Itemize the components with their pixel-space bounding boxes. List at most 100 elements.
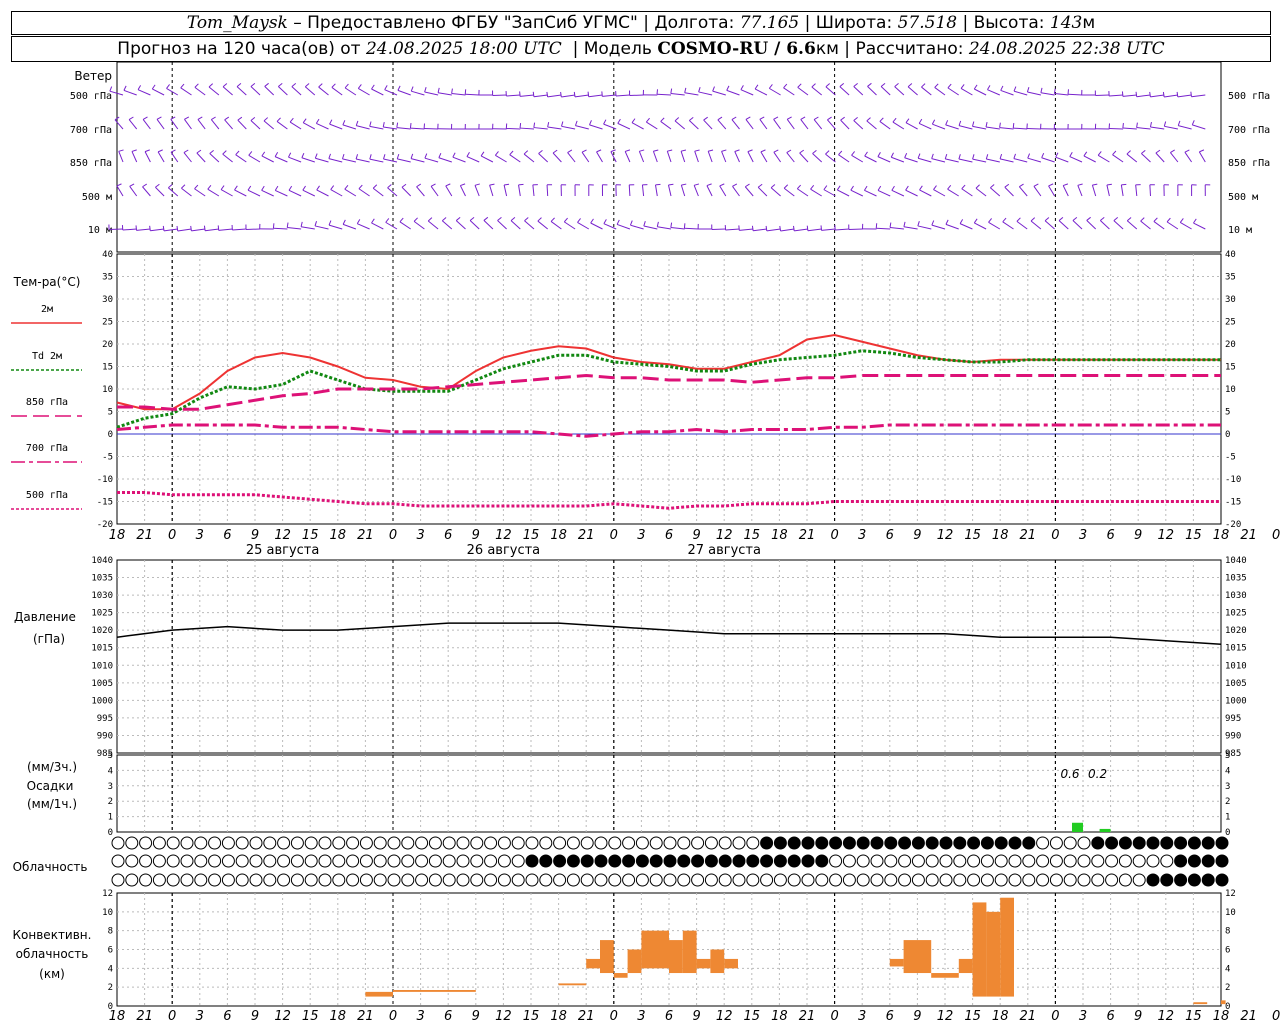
wind-barb xyxy=(1030,220,1042,230)
meteogram: Tom_Maysk – Предоставлено ФГБУ "ЗапСиб У… xyxy=(0,0,1280,1024)
cloud-cover-symbol xyxy=(718,836,732,850)
temp-xtick: 12 xyxy=(1158,528,1175,543)
cloud-cover-symbol xyxy=(1049,854,1063,868)
wind-barb-flag xyxy=(170,149,176,153)
cloud-cover-symbol xyxy=(304,836,318,850)
wind-barb xyxy=(329,123,343,130)
cloud-cover-symbol xyxy=(249,873,263,887)
wind-barb-flag xyxy=(880,82,886,87)
wind-barb-flag xyxy=(355,154,359,160)
cloud-cover-symbol xyxy=(1077,873,1091,887)
cloud-cover-symbol xyxy=(263,854,277,868)
wind-barb-flag xyxy=(497,216,502,221)
cloud-cover-symbol xyxy=(139,854,153,868)
wind-barb-flag xyxy=(155,183,160,188)
wind-barb-flag xyxy=(330,185,335,190)
cloud-cover-symbol xyxy=(318,854,332,868)
wind-barb xyxy=(1091,184,1097,197)
cloud-cover-symbol xyxy=(166,854,180,868)
wind-barb xyxy=(344,87,357,96)
wind-barb xyxy=(291,86,302,96)
wind-barb xyxy=(712,90,726,96)
wind-barb xyxy=(287,227,302,230)
cloud-cover-symbol xyxy=(539,854,553,868)
wind-barb-flag xyxy=(800,116,806,120)
wind-barb-flag xyxy=(973,218,978,224)
wind-barb xyxy=(757,186,768,197)
wind-barb xyxy=(278,86,288,96)
conv-xtick: 21 xyxy=(1020,1009,1037,1024)
conv-panel-ytick-left: 6 xyxy=(108,946,113,956)
conv-xtick: 15 xyxy=(964,1009,981,1024)
temp-xtick: 12 xyxy=(274,528,291,543)
wind-barb xyxy=(1027,157,1042,163)
temp-panel-ytick-right: 5 xyxy=(1225,408,1230,418)
wind-barb xyxy=(532,184,535,197)
conv-bar xyxy=(393,989,476,992)
temp-panel-ytick-right: -10 xyxy=(1225,475,1241,485)
wind-barb xyxy=(918,122,932,130)
wind-barb-flag xyxy=(209,149,214,154)
wind-barb xyxy=(1013,90,1028,96)
wind-barb xyxy=(1109,127,1124,130)
wind-barb-flag xyxy=(770,184,776,189)
wind-barb xyxy=(864,155,877,163)
wind-barb-flag xyxy=(211,116,216,121)
cloud-cover-symbol xyxy=(967,836,981,850)
wind-barb xyxy=(1069,156,1083,163)
temp-xtick: 0 xyxy=(830,528,838,543)
cloud-cover-symbol xyxy=(594,836,608,850)
cloud-cover-symbol xyxy=(511,836,525,850)
wind-barb-flag xyxy=(931,220,935,226)
temp-xtick: 12 xyxy=(495,528,512,543)
wind-label: Ветер xyxy=(74,69,112,83)
wind-barb xyxy=(646,121,658,130)
wind-barb-flag xyxy=(625,149,631,152)
wind-barb-flag xyxy=(151,84,156,90)
temp-xtick: 9 xyxy=(472,528,480,543)
temp-xtick: 18 xyxy=(550,528,567,543)
cloud-cover-symbol xyxy=(346,836,360,850)
cloud-cover-symbol xyxy=(732,854,746,868)
cloud-cover-symbol xyxy=(332,836,346,850)
wind-barb-flag xyxy=(587,91,590,97)
cloud-cover-symbol xyxy=(304,854,318,868)
wind-barb xyxy=(1198,151,1206,163)
wind-barb xyxy=(424,127,439,130)
wind-barb xyxy=(821,228,836,231)
conv-xtick: 3 xyxy=(1079,1009,1087,1024)
cloud-cover-symbol xyxy=(346,854,360,868)
wind-barb-flag xyxy=(643,221,646,227)
wind-barb xyxy=(919,189,932,197)
temp-panel-ytick-right: 15 xyxy=(1225,363,1236,373)
wind-barb-flag xyxy=(1055,152,1059,158)
cloud-cover-symbol xyxy=(346,873,360,887)
wind-barb-flag xyxy=(1063,183,1069,187)
conv-bar xyxy=(696,958,711,969)
wind-barb-flag xyxy=(973,84,978,90)
cloud-cover-symbol xyxy=(1077,854,1091,868)
wind-barb xyxy=(1016,220,1028,230)
conv-panel-ytick-left: 8 xyxy=(108,927,113,937)
wind-barb xyxy=(947,87,959,96)
cloud-cover-symbol xyxy=(1187,854,1201,868)
wind-barb xyxy=(1013,127,1028,130)
wind-barb-flag xyxy=(302,185,306,191)
cloud-cover-symbol xyxy=(732,836,746,850)
wind-barb-flag xyxy=(945,120,949,126)
wind-barb xyxy=(424,157,439,163)
temp-xtick: 9 xyxy=(1134,528,1142,543)
cloud-cover-symbol xyxy=(967,854,981,868)
precip-panel-ytick-left: 0 xyxy=(108,828,113,838)
cloud-cover-symbol xyxy=(566,854,580,868)
wind-barb xyxy=(825,153,836,163)
cloud-cover-symbol xyxy=(1091,873,1105,887)
cloud-cover-symbol xyxy=(1077,836,1091,850)
wind-barb xyxy=(631,122,644,130)
wind-barb-flag xyxy=(680,149,687,152)
cloud-cover-symbol xyxy=(911,836,925,850)
wind-barb xyxy=(184,119,192,130)
cloud-cover-symbol xyxy=(152,873,166,887)
cloud-cover-symbol xyxy=(994,854,1008,868)
cloud-cover-symbol xyxy=(111,854,125,868)
